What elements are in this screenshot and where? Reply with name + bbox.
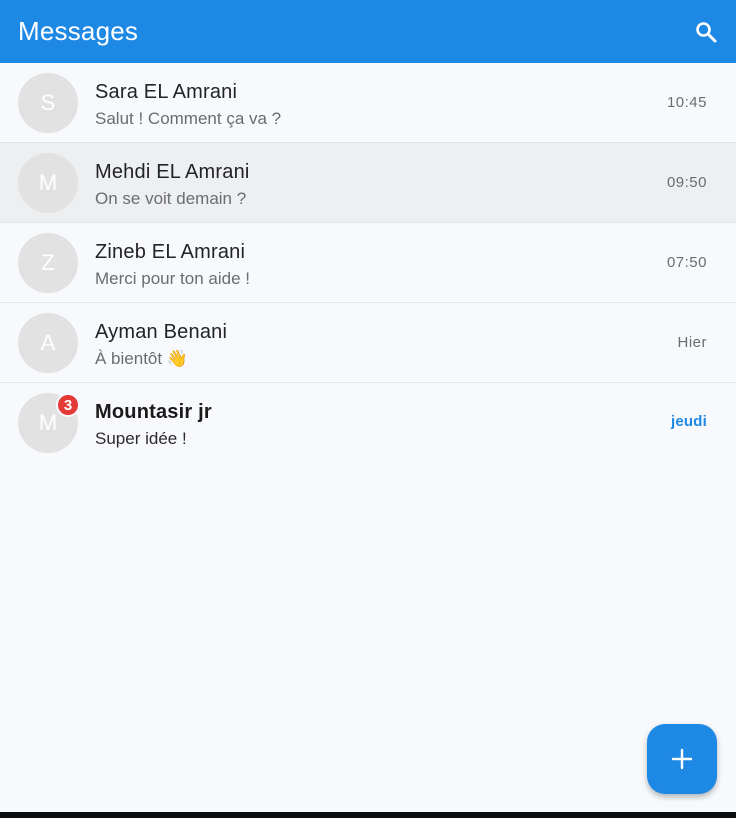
plus-icon bbox=[671, 748, 693, 770]
avatar: A bbox=[18, 313, 78, 373]
avatar: M bbox=[18, 153, 78, 213]
new-message-button[interactable] bbox=[647, 724, 717, 794]
contact-name: Zineb EL Amrani bbox=[95, 241, 246, 263]
contact-name: Mehdi EL Amrani bbox=[95, 161, 250, 183]
page-title: Messages bbox=[18, 16, 139, 46]
message-time: 07:50 bbox=[666, 254, 707, 271]
message-preview: Salut ! Comment ça va ? bbox=[95, 109, 282, 128]
contact-name: Mountasir jr bbox=[95, 401, 212, 423]
message-preview: Super idée ! bbox=[95, 429, 187, 448]
message-preview: Merci pour ton aide ! bbox=[95, 269, 250, 288]
search-button[interactable] bbox=[690, 16, 722, 48]
conversation-item[interactable]: M 3 Mountasir jr Super idée ! jeudi bbox=[0, 383, 736, 463]
message-preview: On se voit demain ? bbox=[95, 189, 247, 208]
conversation-item[interactable]: Z Zineb EL Amrani Merci pour ton aide ! … bbox=[0, 223, 736, 303]
avatar: S bbox=[18, 73, 78, 133]
avatar: Z bbox=[18, 233, 78, 293]
message-time: 10:45 bbox=[666, 94, 707, 111]
message-time: jeudi bbox=[670, 413, 707, 430]
message-preview: À bientôt 👋 bbox=[95, 349, 188, 368]
bottom-edge bbox=[0, 812, 736, 818]
contact-name: Ayman Benani bbox=[95, 321, 228, 343]
conversation-item[interactable]: S Sara EL Amrani Salut ! Comment ça va ?… bbox=[0, 63, 736, 143]
avatar-initial: M bbox=[38, 410, 58, 435]
app-bar: Messages bbox=[0, 0, 736, 63]
message-time: 09:50 bbox=[666, 174, 707, 191]
search-icon bbox=[696, 21, 717, 42]
conversation-item[interactable]: A Ayman Benani À bientôt 👋 Hier bbox=[0, 303, 736, 383]
unread-badge: 3 bbox=[56, 393, 80, 417]
avatar: M 3 bbox=[18, 393, 80, 453]
message-time: Hier bbox=[677, 334, 707, 351]
contact-name: Sara EL Amrani bbox=[95, 81, 238, 103]
conversation-item[interactable]: M Mehdi EL Amrani On se voit demain ? 09… bbox=[0, 143, 736, 223]
conversation-list: S Sara EL Amrani Salut ! Comment ça va ?… bbox=[0, 63, 736, 463]
